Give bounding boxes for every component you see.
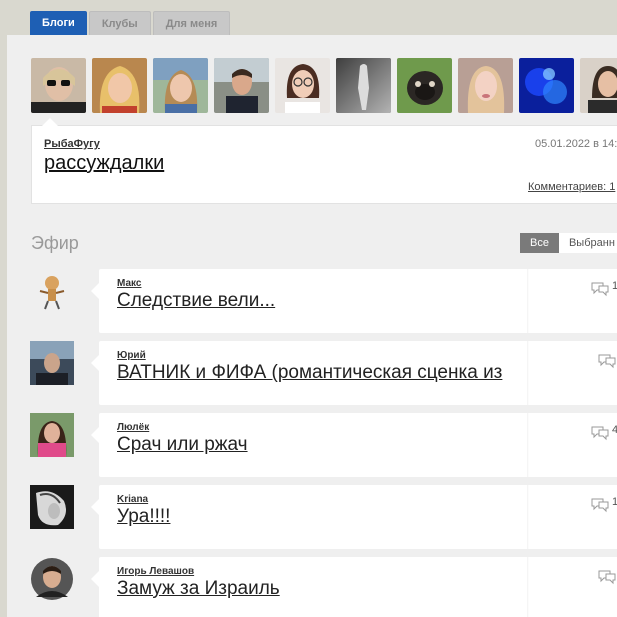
post-author-link[interactable]: РыбаФугу [44,138,100,150]
feed-title-link[interactable]: Ура!!!! [117,506,529,528]
feed-author-link[interactable]: Люлёк [117,422,149,433]
divider [527,269,529,333]
filter-selected-button[interactable]: Выбранн [558,233,617,253]
filter-all-button[interactable]: Все [520,233,559,253]
comment-count: 1 [612,280,617,292]
divider [527,413,529,477]
feed-author-link[interactable]: Юрий [117,350,146,361]
post-date: 05.01.2022 в 14: [535,138,617,150]
feed-author-link[interactable]: Макс [117,278,141,289]
card-pointer [91,283,99,299]
card-pointer [91,499,99,515]
divider [527,341,529,405]
feed-card: Kriana Ура!!!! 1 [91,485,617,549]
card-pointer [91,355,99,371]
featured-post-card: РыбаФугу рассуждалки 05.01.2022 в 14: Ко… [31,118,617,204]
woman-portrait-avatar[interactable] [458,58,513,113]
feed-item: Игорь Левашов Замуж за Израиль [30,557,617,617]
card-pointer [91,427,99,443]
comment-count: 1 [612,496,617,508]
feed-avatar-yuri[interactable] [30,341,74,385]
statue-avatar[interactable] [336,58,391,113]
feed-avatar-kriana[interactable] [30,485,74,529]
feed-avatar-cartoon[interactable] [30,269,74,313]
feed-title-link[interactable]: Срач или ржач [117,434,529,456]
comment-count: 4 [612,424,617,436]
card-pointer [42,118,58,126]
feed-card: Макс Следствие вели... 1 [91,269,617,333]
feed-item: Юрий ВАТНИК и ФИФА (романтическая сценка… [30,341,617,405]
feed-filter: Все Выбранн [520,233,617,253]
card-pointer [91,571,99,587]
feed-item: Kriana Ура!!!! 1 [30,485,617,549]
feed-title-link[interactable]: ВАТНИК и ФИФА (романтическая сценка из [117,362,529,384]
post-comments-link[interactable]: Комментариев: 1 [528,181,615,193]
woman-sunglasses-avatar[interactable] [31,58,86,113]
blog-tabs: Блоги Клубы Для меня [30,11,231,35]
feed-avatar-igor[interactable] [30,557,74,601]
feed-avatar-lyulyok[interactable] [30,413,74,457]
comments-icon[interactable] [598,569,616,585]
tab-blogs[interactable]: Блоги [30,11,87,35]
pug-avatar[interactable] [397,58,452,113]
woman-dark-avatar[interactable] [580,58,617,113]
feed-title-link[interactable]: Замуж за Израиль [117,578,529,600]
feed-item: Макс Следствие вели... 1 [30,269,617,333]
feed-item: Люлёк Срач или ржач 4 [30,413,617,477]
tab-clubs[interactable]: Клубы [88,11,151,35]
blonde-woman-avatar[interactable] [92,58,147,113]
woman-outdoors-avatar[interactable] [153,58,208,113]
divider [527,485,529,549]
efir-heading: Эфир [31,233,79,253]
avatar-strip [31,58,617,113]
divider [527,557,529,617]
tab-for-me[interactable]: Для меня [152,11,231,35]
woman-glasses-avatar[interactable] [275,58,330,113]
post-title-link[interactable]: рассуждалки [44,152,164,175]
feed-card: Игорь Левашов Замуж за Израиль [91,557,617,617]
man-avatar[interactable] [214,58,269,113]
blue-abstract-avatar[interactable] [519,58,574,113]
feed-author-link[interactable]: Игорь Левашов [117,566,194,577]
comments-icon[interactable] [591,425,609,441]
feed-card: Люлёк Срач или ржач 4 [91,413,617,477]
feed-author-link[interactable]: Kriana [117,494,148,505]
feed-title-link[interactable]: Следствие вели... [117,290,529,312]
comments-icon[interactable] [591,497,609,513]
feed-card: Юрий ВАТНИК и ФИФА (романтическая сценка… [91,341,617,405]
comments-icon[interactable] [598,353,616,369]
comments-icon[interactable] [591,281,609,297]
